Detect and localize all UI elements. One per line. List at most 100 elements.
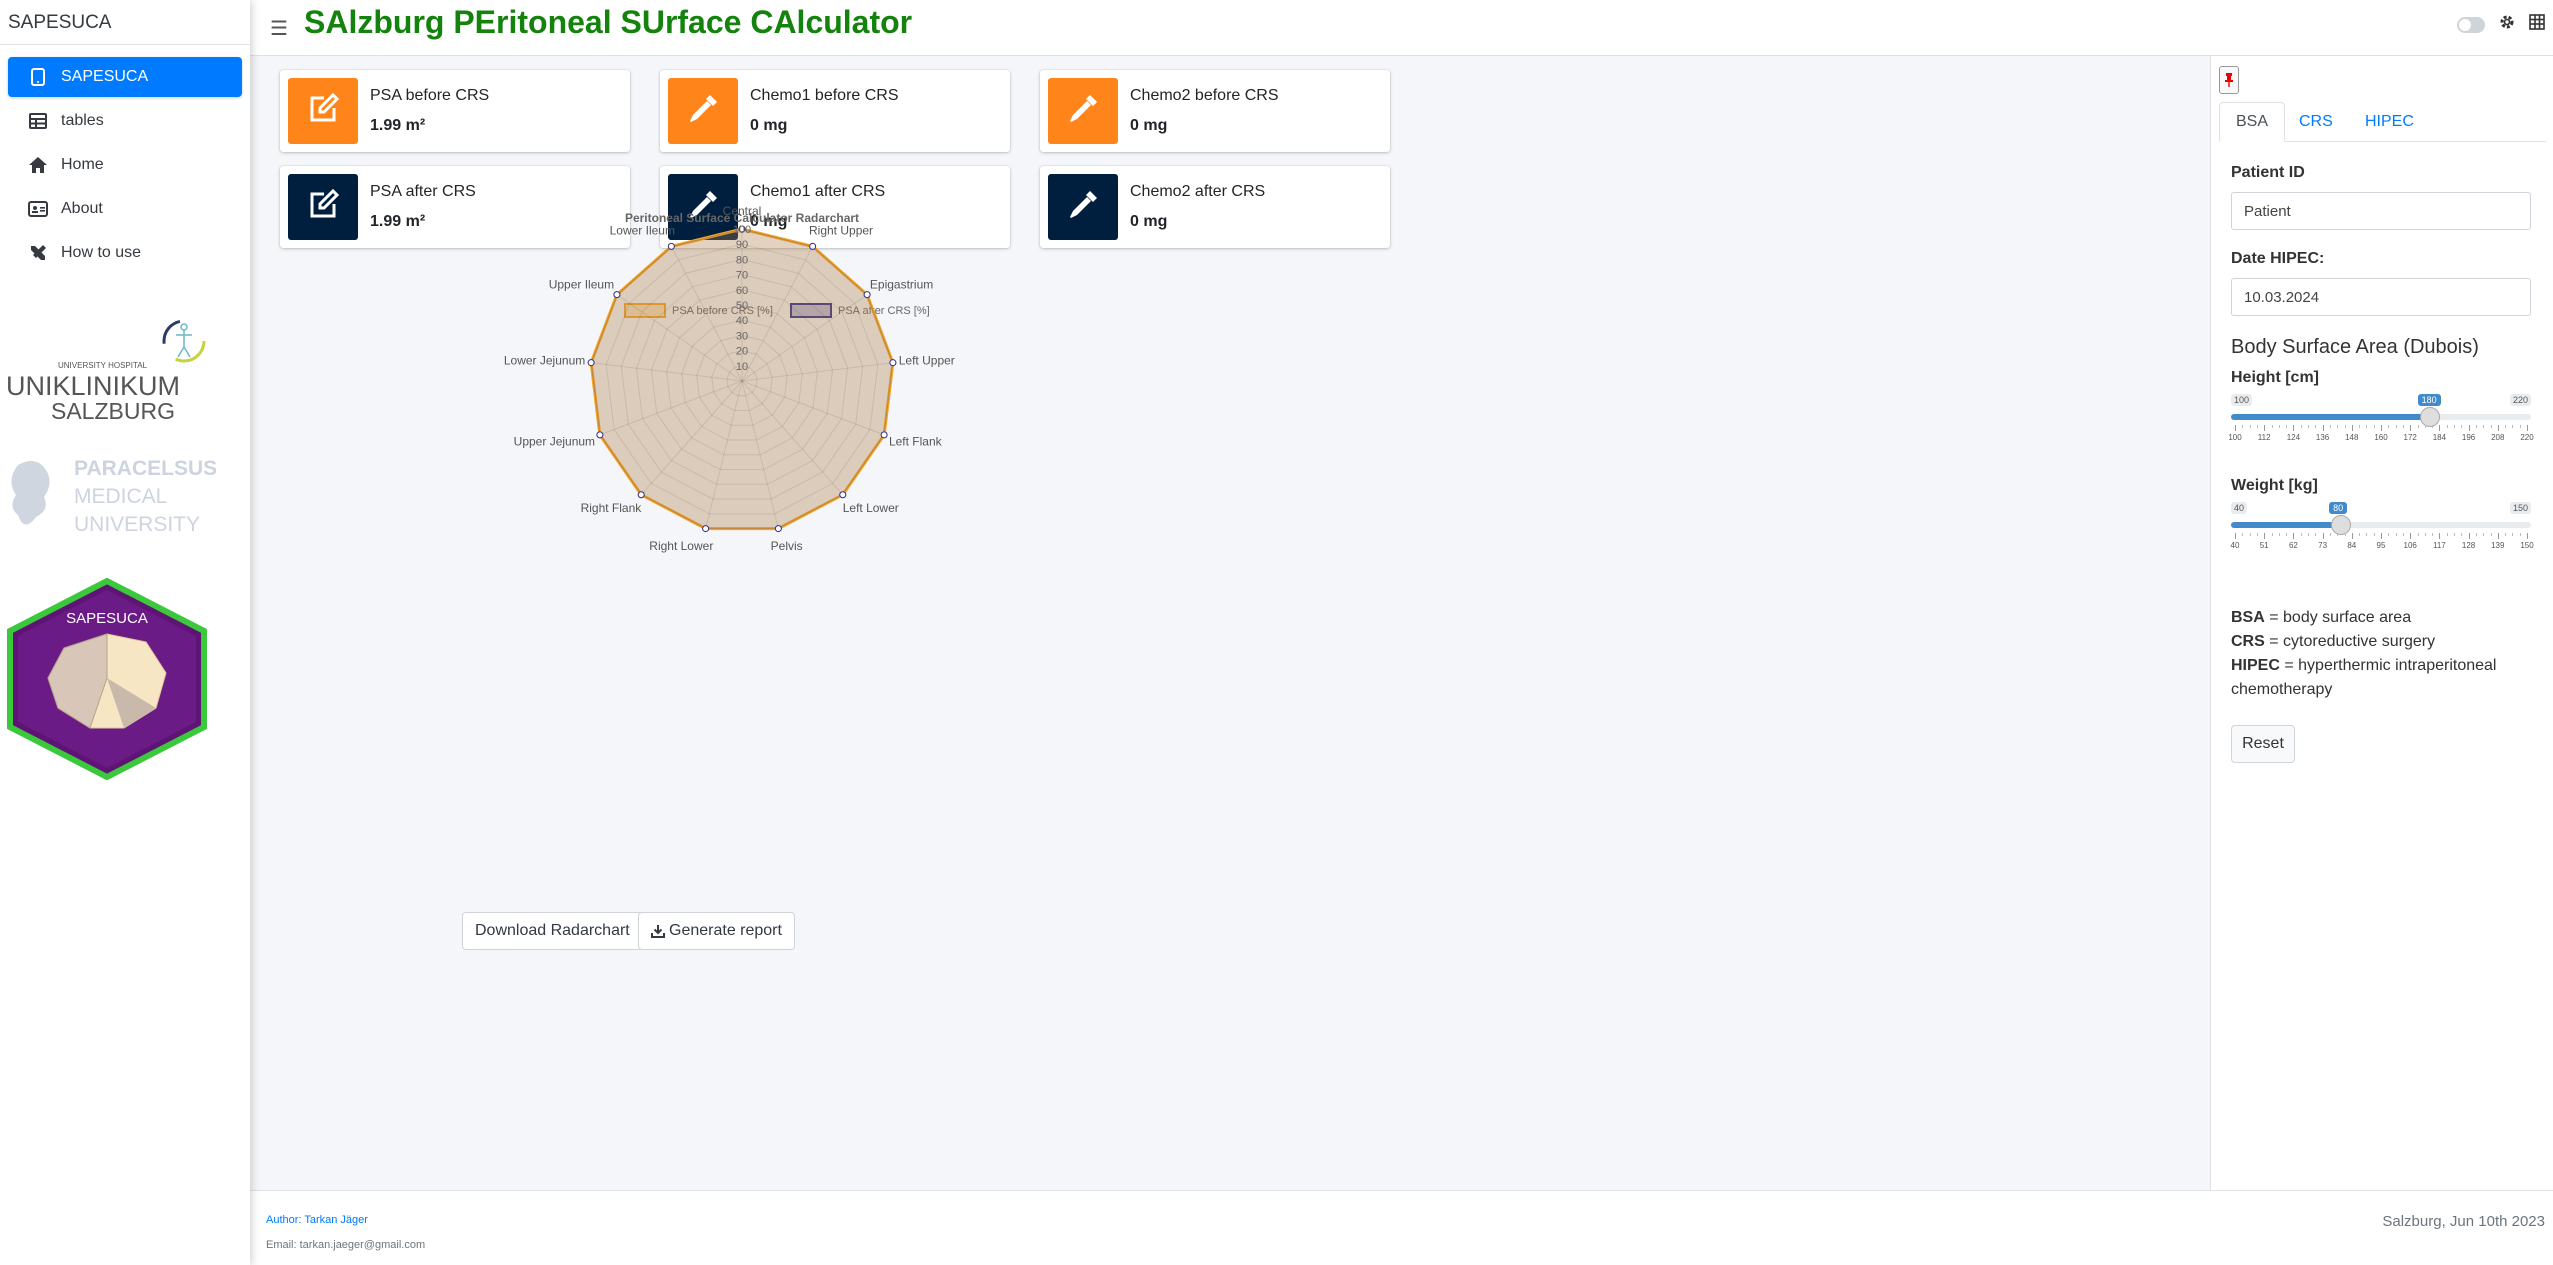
radar-axis-label: Lower Ileum <box>610 223 675 237</box>
id-card-icon <box>28 199 48 219</box>
slider-tick <box>2264 425 2266 431</box>
slider-max-label: 150 <box>2509 502 2531 514</box>
slider-minor-tick <box>2454 533 2455 536</box>
slider-tick <box>2235 533 2236 539</box>
slider-minor-tick <box>2461 425 2463 428</box>
sidebar-item-about[interactable]: About <box>8 189 242 229</box>
generate-report-button[interactable]: Generate report <box>638 912 795 950</box>
tab-hipec[interactable]: HIPEC <box>2349 102 2430 142</box>
patient-id-input[interactable] <box>2231 192 2531 230</box>
dark-mode-toggle[interactable] <box>2457 16 2485 33</box>
sidebar-item-sapesuca[interactable]: SAPESUCA <box>8 57 242 97</box>
download-radarchart-button[interactable]: Download Radarchart <box>462 912 643 950</box>
slider-minor-tick <box>2395 425 2397 428</box>
slider-minor-tick <box>2278 425 2280 428</box>
slider-tick-label: 208 <box>2491 433 2505 442</box>
radar-point[interactable] <box>774 525 782 533</box>
radar-point[interactable] <box>637 491 645 499</box>
slider-tick <box>2410 425 2412 431</box>
slider-tick <box>2468 533 2470 539</box>
radar-point[interactable] <box>587 359 595 367</box>
slider-minor-tick <box>2505 425 2507 428</box>
slider-minor-tick <box>2475 533 2477 536</box>
radar-axis-label: Upper Jejunum <box>514 434 595 448</box>
page-title: SAlzburg PEritoneal SUrface CAlculator <box>304 4 913 40</box>
sidebar-item-label: tables <box>61 112 104 129</box>
sidebar: SAPESUCA SAPESUCA tables Home About How … <box>0 0 250 1265</box>
slider-minor-tick <box>2315 425 2317 428</box>
slider-tick <box>2468 425 2470 431</box>
radar-chart: Peritoneal Surface Calculator Radarchart… <box>504 204 955 553</box>
radar-point[interactable] <box>596 431 604 439</box>
radar-axis-label: Right Upper <box>809 223 873 237</box>
radar-tick-label: 10 <box>736 361 748 373</box>
top-header: ☰ SAlzburg PEritoneal SUrface CAlculator <box>250 0 2553 56</box>
logo-uk-line1: UNIKLINIKUM <box>6 371 180 401</box>
sidebar-item-tables[interactable]: tables <box>8 101 242 141</box>
header-controls <box>2457 14 2545 35</box>
radar-point[interactable] <box>863 291 871 299</box>
radar-point[interactable] <box>809 242 817 250</box>
slider-tick <box>2293 533 2295 539</box>
slider-minor-tick <box>2461 533 2463 536</box>
radar-point[interactable] <box>702 525 710 533</box>
radar-point[interactable] <box>613 291 621 299</box>
sidebar-item-home[interactable]: Home <box>8 145 242 185</box>
slider-minor-tick <box>2424 425 2426 428</box>
slider-minor-tick <box>2278 533 2280 536</box>
height-slider[interactable]: 100 220 180 100 112 124 136 148 160 172 184 196 208 2… <box>2228 394 2534 454</box>
slider-minor-tick <box>2300 425 2302 428</box>
table-toggle-icon[interactable] <box>2529 14 2545 35</box>
tab-crs[interactable]: CRS <box>2283 102 2349 142</box>
radar-point[interactable] <box>880 431 888 439</box>
slider-handle[interactable] <box>2419 407 2440 427</box>
slider-tick <box>2497 533 2499 539</box>
slider-fill <box>2231 414 2430 420</box>
slider-tick-label: 172 <box>2403 433 2417 442</box>
sidebar-item-label: How to use <box>61 244 142 261</box>
slider-minor-tick <box>2256 533 2258 536</box>
slider-minor-tick <box>2424 533 2426 536</box>
hamburger-menu-icon[interactable]: ☰ <box>270 16 288 41</box>
slider-tick-label: 150 <box>2520 541 2534 550</box>
abbrev-crs: CRS = cytoreductive surgery <box>2231 633 2436 650</box>
slider-tick-label: 148 <box>2345 433 2359 442</box>
slider-tick <box>2293 425 2295 431</box>
slider-tick-label: 73 <box>2318 541 2328 550</box>
slider-minor-tick <box>2249 425 2251 428</box>
radar-tick-label: 30 <box>736 330 748 342</box>
slider-tick-label: 124 <box>2286 433 2301 442</box>
brand-link[interactable]: SAPESUCA <box>0 0 250 45</box>
slider-tick <box>2264 533 2266 539</box>
radar-point[interactable] <box>839 491 847 499</box>
slider-minor-tick <box>2337 425 2339 428</box>
sidebar-item-how-to-use[interactable]: How to use <box>8 233 242 273</box>
abbrev-bsa: BSA = body surface area <box>2231 609 2412 626</box>
slider-minor-tick <box>2329 533 2331 536</box>
reset-button[interactable]: Reset <box>2231 725 2295 763</box>
slider-minor-tick <box>2519 425 2521 428</box>
pin-icon[interactable] <box>2219 66 2239 94</box>
slider-minor-tick <box>2512 533 2514 536</box>
slider-tick <box>2527 533 2528 539</box>
footer-author-link[interactable]: Author: Tarkan Jäger <box>266 1214 368 1226</box>
logo-uk-small: UNIVERSITY HOSPITAL <box>58 361 148 370</box>
uniklinikum-logo: UNIVERSITY HOSPITAL UNIKLINIKUM SALZBURG <box>6 315 206 425</box>
radar-point[interactable] <box>667 242 675 250</box>
gear-icon[interactable] <box>2499 14 2515 35</box>
slider-minor-tick <box>2315 533 2317 536</box>
tab-bsa[interactable]: BSA <box>2219 102 2286 142</box>
radar-tick-label: 50 <box>736 300 748 312</box>
slider-minor-tick <box>2402 533 2404 536</box>
radar-axis-label: Central <box>723 204 762 218</box>
slider-minor-tick <box>2329 425 2331 428</box>
slider-minor-tick <box>2359 533 2361 536</box>
generate-report-label: Generate report <box>669 922 782 939</box>
slider-minor-tick <box>2242 533 2244 536</box>
radar-point[interactable] <box>889 359 897 367</box>
date-hipec-input[interactable] <box>2231 278 2531 316</box>
weight-slider[interactable]: 40 150 80 40 51 62 73 84 95 106 117 128 139 150 <box>2231 502 2534 562</box>
slider-handle[interactable] <box>2331 515 2352 535</box>
tools-icon <box>28 243 48 263</box>
table-icon <box>28 111 48 131</box>
